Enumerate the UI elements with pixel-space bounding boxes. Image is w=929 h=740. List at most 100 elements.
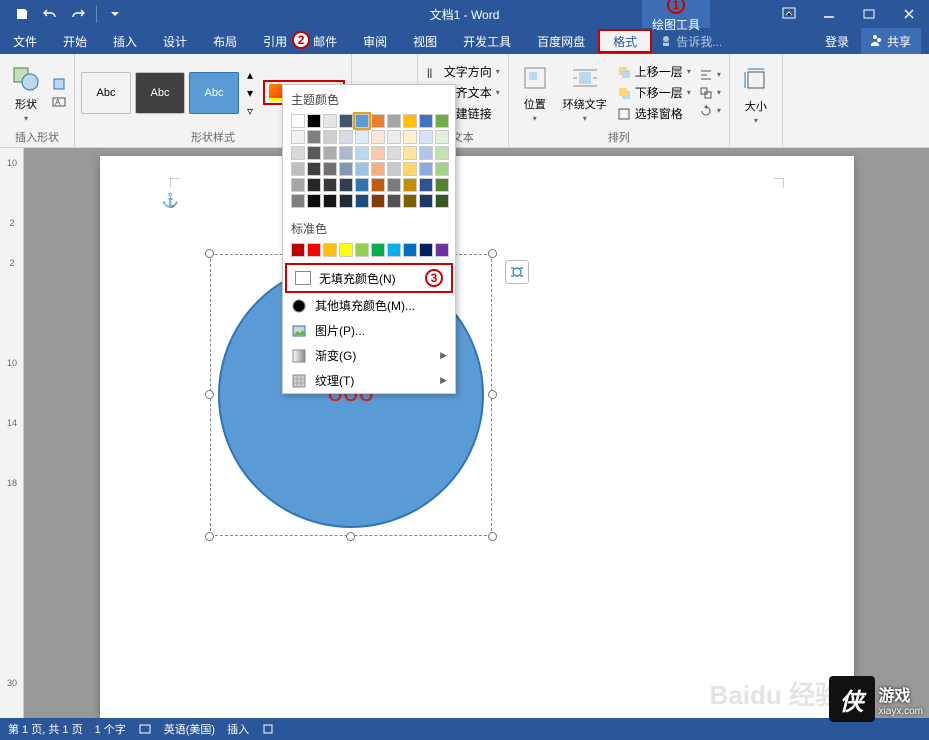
tab-format[interactable]: 格式 bbox=[598, 29, 652, 53]
selection-pane-button[interactable]: 选择窗格 bbox=[615, 104, 693, 123]
color-swatch[interactable] bbox=[403, 130, 417, 144]
color-swatch[interactable] bbox=[355, 162, 369, 176]
color-swatch[interactable] bbox=[403, 194, 417, 208]
gallery-down[interactable]: ▾ bbox=[245, 85, 255, 101]
save-button[interactable] bbox=[8, 0, 36, 28]
color-swatch[interactable] bbox=[307, 194, 321, 208]
shape-style-preset-1[interactable]: Abc bbox=[81, 72, 131, 114]
color-swatch[interactable] bbox=[323, 243, 337, 257]
color-swatch[interactable] bbox=[355, 114, 369, 128]
color-swatch[interactable] bbox=[419, 194, 433, 208]
color-swatch[interactable] bbox=[291, 130, 305, 144]
color-swatch[interactable] bbox=[387, 162, 401, 176]
color-swatch[interactable] bbox=[355, 146, 369, 160]
color-swatch[interactable] bbox=[419, 243, 433, 257]
tab-references[interactable]: 引用 2 bbox=[250, 28, 300, 54]
color-swatch[interactable] bbox=[435, 194, 449, 208]
color-swatch[interactable] bbox=[339, 243, 353, 257]
color-swatch[interactable] bbox=[371, 243, 385, 257]
color-swatch[interactable] bbox=[403, 178, 417, 192]
handle-se[interactable] bbox=[488, 532, 497, 541]
tab-baidu[interactable]: 百度网盘 bbox=[524, 28, 598, 54]
tab-home[interactable]: 开始 bbox=[50, 28, 100, 54]
color-swatch[interactable] bbox=[307, 178, 321, 192]
rotate-button[interactable]: ▾ bbox=[697, 103, 723, 119]
vertical-ruler[interactable]: 102210141830 bbox=[0, 148, 24, 718]
color-swatch[interactable] bbox=[371, 194, 385, 208]
tab-mailings[interactable]: 邮件 bbox=[300, 28, 350, 54]
color-swatch[interactable] bbox=[387, 146, 401, 160]
color-swatch[interactable] bbox=[435, 178, 449, 192]
color-swatch[interactable] bbox=[323, 114, 337, 128]
color-swatch[interactable] bbox=[291, 178, 305, 192]
color-swatch[interactable] bbox=[419, 114, 433, 128]
color-swatch[interactable] bbox=[339, 130, 353, 144]
handle-s[interactable] bbox=[346, 532, 355, 541]
color-swatch[interactable] bbox=[371, 162, 385, 176]
tab-layout[interactable]: 布局 bbox=[200, 28, 250, 54]
no-fill-item[interactable]: 无填充颜色(N) 3 bbox=[285, 263, 453, 293]
color-swatch[interactable] bbox=[435, 114, 449, 128]
color-swatch[interactable] bbox=[419, 162, 433, 176]
color-swatch[interactable] bbox=[355, 130, 369, 144]
color-swatch[interactable] bbox=[291, 114, 305, 128]
size-button[interactable]: 大小▾ bbox=[736, 62, 776, 127]
color-swatch[interactable] bbox=[291, 243, 305, 257]
color-swatch[interactable] bbox=[403, 243, 417, 257]
color-swatch[interactable] bbox=[371, 130, 385, 144]
color-swatch[interactable] bbox=[307, 243, 321, 257]
position-button[interactable]: 位置▾ bbox=[515, 60, 555, 125]
color-swatch[interactable] bbox=[291, 146, 305, 160]
shape-style-preset-2[interactable]: Abc bbox=[135, 72, 185, 114]
color-swatch[interactable] bbox=[419, 146, 433, 160]
status-word-count[interactable]: 1 个字 bbox=[95, 721, 126, 737]
edit-shape-button[interactable] bbox=[50, 76, 68, 92]
page-scroll[interactable]: ⚓ 666 bbox=[24, 148, 929, 718]
color-swatch[interactable] bbox=[419, 130, 433, 144]
handle-sw[interactable] bbox=[205, 532, 214, 541]
color-swatch[interactable] bbox=[339, 162, 353, 176]
color-swatch[interactable] bbox=[291, 162, 305, 176]
login-button[interactable]: 登录 bbox=[815, 28, 859, 54]
ribbon-options-button[interactable] bbox=[769, 0, 809, 28]
gallery-up[interactable]: ▴ bbox=[245, 67, 255, 83]
color-swatch[interactable] bbox=[387, 114, 401, 128]
status-language[interactable]: 英语(美国) bbox=[164, 721, 215, 737]
wrap-text-button[interactable]: 环绕文字▾ bbox=[559, 60, 611, 125]
color-swatch[interactable] bbox=[339, 178, 353, 192]
tab-view[interactable]: 视图 bbox=[400, 28, 450, 54]
color-swatch[interactable] bbox=[419, 178, 433, 192]
color-swatch[interactable] bbox=[339, 146, 353, 160]
bring-forward-button[interactable]: 上移一层▾ bbox=[615, 62, 693, 81]
color-swatch[interactable] bbox=[323, 178, 337, 192]
status-macro-icon[interactable] bbox=[261, 722, 275, 736]
maximize-button[interactable] bbox=[849, 0, 889, 28]
color-swatch[interactable] bbox=[323, 194, 337, 208]
send-backward-button[interactable]: 下移一层▾ bbox=[615, 83, 693, 102]
color-swatch[interactable] bbox=[435, 162, 449, 176]
color-swatch[interactable] bbox=[435, 130, 449, 144]
texture-fill-item[interactable]: 纹理(T) ▶ bbox=[283, 368, 455, 393]
gradient-fill-item[interactable]: 渐变(G) ▶ bbox=[283, 343, 455, 368]
status-insert-mode[interactable]: 插入 bbox=[227, 721, 249, 737]
color-swatch[interactable] bbox=[403, 146, 417, 160]
color-swatch[interactable] bbox=[387, 194, 401, 208]
color-swatch[interactable] bbox=[323, 130, 337, 144]
color-swatch[interactable] bbox=[339, 114, 353, 128]
page[interactable]: ⚓ 666 bbox=[100, 156, 854, 718]
group-button[interactable]: ▾ bbox=[697, 85, 723, 101]
handle-nw[interactable] bbox=[205, 249, 214, 258]
color-swatch[interactable] bbox=[355, 194, 369, 208]
align-button[interactable]: ▾ bbox=[697, 67, 723, 83]
gallery-more[interactable]: ▿ bbox=[245, 103, 255, 119]
color-swatch[interactable] bbox=[323, 146, 337, 160]
tab-insert[interactable]: 插入 bbox=[100, 28, 150, 54]
status-page[interactable]: 第 1 页, 共 1 页 bbox=[8, 721, 83, 737]
handle-ne[interactable] bbox=[488, 249, 497, 258]
redo-button[interactable] bbox=[64, 0, 92, 28]
color-swatch[interactable] bbox=[371, 114, 385, 128]
color-swatch[interactable] bbox=[387, 243, 401, 257]
color-swatch[interactable] bbox=[339, 194, 353, 208]
tab-review[interactable]: 审阅 bbox=[350, 28, 400, 54]
color-swatch[interactable] bbox=[323, 162, 337, 176]
